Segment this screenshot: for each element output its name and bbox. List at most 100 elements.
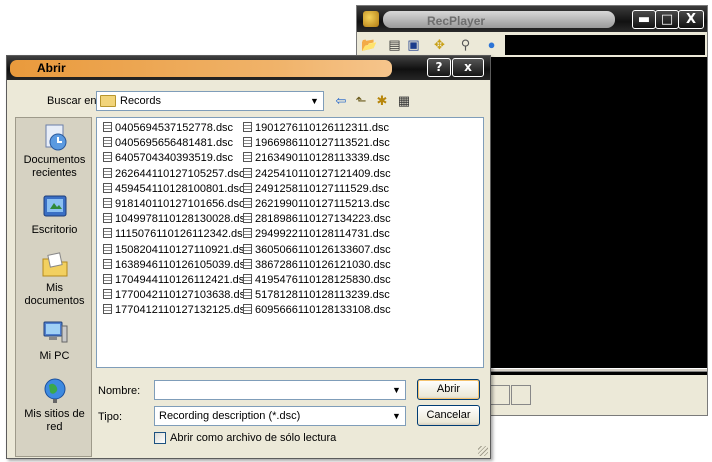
file-icon [243, 304, 252, 315]
file-item[interactable]: 1508204110127110921.dsc [103, 243, 250, 257]
place-desktop[interactable]: Escritorio [16, 192, 93, 237]
maximize-button[interactable]: □ [655, 10, 679, 29]
file-item[interactable]: 2818986110127134223.dsc [243, 213, 391, 226]
file-item[interactable]: 1049978110128130028.dsc [103, 213, 251, 226]
recplayer-titlebar[interactable]: RecPlayer ▬ □ X [357, 6, 707, 32]
file-item[interactable]: 2491258110127111529.dsc [243, 182, 389, 196]
file-item[interactable]: 2163490110128113339.dsc [243, 152, 390, 165]
file-item[interactable]: 0405695656481481.dsc [103, 137, 233, 150]
file-name: 1901276110126112311.dsc [255, 122, 389, 134]
chevron-down-icon[interactable]: ▼ [388, 381, 405, 399]
back-icon[interactable]: ⇦ [332, 92, 350, 110]
help-button[interactable]: ? [427, 58, 451, 77]
file-item[interactable]: 3605066110126133607.dsc [243, 243, 391, 257]
minimize-button[interactable]: ▬ [632, 10, 656, 29]
dialog-titlebar[interactable]: Abrir ? x [7, 56, 490, 80]
file-type-label: Tipo: [98, 411, 123, 423]
dialog-title-area [10, 60, 392, 77]
file-item[interactable]: 6095666110128133108.dsc [243, 304, 391, 317]
desktop-icon [43, 195, 66, 217]
file-item[interactable]: 262644110127105257.dsc [103, 167, 244, 181]
look-in-combo[interactable]: Records ▼ [96, 91, 324, 111]
file-item[interactable]: 1638946110126105039.dsc [103, 258, 251, 272]
file-icon [103, 289, 112, 300]
chevron-down-icon[interactable]: ▼ [388, 407, 405, 425]
file-name-input[interactable]: ▼ [154, 380, 406, 400]
toolbar-button[interactable] [490, 385, 510, 405]
app-icon [363, 11, 379, 27]
file-item[interactable]: 1966986110127113521.dsc [243, 137, 390, 150]
file-name: 1508204110127110921.dsc [115, 243, 250, 256]
file-name: 1115076110126112342.dsc [115, 228, 249, 241]
file-name: 0405694537152778.dsc [115, 122, 234, 134]
file-name: 4195476110128125830.dsc [255, 274, 391, 286]
place-recent-documents[interactable]: Documentos recientes [16, 122, 93, 180]
file-item[interactable]: 2425410110127121409.dsc [243, 167, 391, 181]
file-item[interactable]: 1704944110126112421.dsc [103, 274, 250, 287]
file-name: 2163490110128113339.dsc [255, 152, 390, 165]
recplayer-address-field[interactable] [505, 35, 705, 55]
file-item[interactable]: 1770412110127132125.dsc [103, 304, 251, 317]
file-item[interactable]: 6405704340393519.dsc [103, 152, 233, 165]
settings-icon[interactable]: ✥ [432, 37, 447, 52]
file-type-value: Recording description (*.dsc) [159, 410, 301, 422]
file-item[interactable]: 1115076110126112342.dsc [103, 228, 248, 241]
up-folder-icon[interactable]: ⬑ [352, 92, 370, 110]
dialog-close-button[interactable]: x [452, 58, 484, 77]
my-computer-icon [43, 321, 67, 343]
file-icon [103, 182, 112, 193]
chevron-down-icon[interactable]: ▼ [306, 92, 323, 110]
open-folder-icon[interactable]: 📂 [361, 37, 377, 52]
file-type-select[interactable]: Recording description (*.dsc) ▼ [154, 406, 406, 426]
file-name: 1704944110126112421.dsc [115, 274, 250, 286]
file-name: 1770042110127103638.dsc [115, 289, 251, 302]
new-folder-icon[interactable]: ✱ [373, 92, 391, 110]
file-icon [103, 213, 112, 224]
look-in-value: Records [120, 95, 161, 107]
file-item[interactable]: 459454110128100801.dsc [103, 182, 244, 196]
file-item[interactable]: 5178128110128113239.dsc [243, 289, 390, 302]
place-label: Mis documentos [24, 282, 85, 307]
resize-grip[interactable] [478, 446, 488, 456]
recplayer-title: RecPlayer [427, 14, 486, 28]
file-icon [243, 182, 252, 193]
file-name-label: Nombre: [98, 385, 141, 397]
file-item[interactable]: 1901276110126112311.dsc [243, 122, 389, 135]
file-icon [243, 167, 252, 178]
file-item[interactable]: 2621990110127115213.dsc [243, 198, 390, 211]
file-name: 1638946110126105039.dsc [115, 258, 251, 271]
place-my-computer[interactable]: Mi PC [16, 318, 93, 363]
cancel-button[interactable]: Cancelar [417, 405, 480, 426]
my-documents-icon [42, 252, 67, 277]
place-label: Documentos recientes [23, 154, 86, 179]
save-icon[interactable]: ▣ [406, 37, 421, 52]
seek-bar[interactable] [490, 368, 707, 372]
close-button[interactable]: X [678, 10, 704, 29]
file-name: 1966986110127113521.dsc [255, 137, 390, 150]
file-name: 6405704340393519.dsc [115, 152, 234, 165]
file-item[interactable]: 2949922110128114731.dsc [243, 228, 390, 241]
file-item[interactable]: 1770042110127103638.dsc [103, 289, 251, 302]
file-icon [103, 274, 112, 284]
file-item[interactable]: 4195476110128125830.dsc [243, 274, 391, 287]
drop-icon[interactable]: ● [484, 37, 499, 52]
dialog-title: Abrir [37, 61, 66, 75]
file-item[interactable]: 0405694537152778.dsc [103, 122, 233, 135]
place-label: Escritorio [31, 224, 78, 236]
file-item[interactable]: 3867286110126121030.dsc [243, 258, 391, 272]
place-my-documents[interactable]: Mis documentos [16, 250, 93, 308]
file-list[interactable]: 0405694537152778.dsc 0405695656481481.dsc… [96, 117, 484, 368]
view-menu-icon[interactable]: ▦ [395, 92, 413, 110]
open-file-dialog: Abrir ? x Buscar en: Records ▼ ⇦ ⬑ ✱ ▦ D… [6, 55, 491, 459]
file-name: 1049978110128130028.dsc [115, 213, 251, 226]
file-item[interactable]: 918140110127101656.dsc [103, 198, 244, 211]
readonly-checkbox[interactable] [154, 432, 166, 444]
file-name: 2818986110127134223.dsc [255, 213, 391, 226]
file-icon [103, 304, 112, 315]
volume-icon[interactable] [511, 385, 531, 405]
search-icon[interactable]: ⚲ [458, 37, 473, 52]
open-button[interactable]: Abrir [417, 379, 480, 400]
print-icon[interactable]: ▤ [387, 37, 402, 52]
file-icon [243, 274, 252, 284]
place-network[interactable]: Mis sitios de red [16, 376, 93, 434]
